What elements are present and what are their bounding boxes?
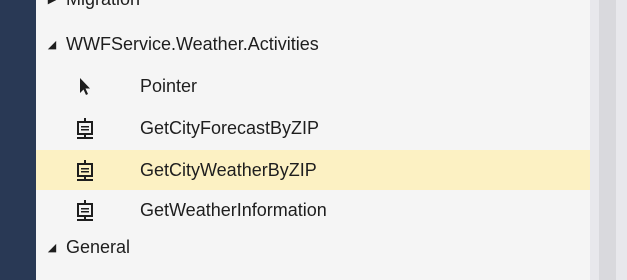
item-label: GetCityWeatherByZIP <box>140 159 317 180</box>
item-label: Pointer <box>140 75 198 96</box>
expanded-triangle-icon[interactable]: ◢ <box>44 38 60 51</box>
expanded-triangle-icon[interactable]: ◢ <box>44 241 60 254</box>
toolbox-panel: ▶ Migration ◢ WWFService.Weather.Activit… <box>36 0 590 280</box>
pointer-arrow-icon <box>74 75 96 97</box>
group-label: WWFService.Weather.Activities <box>66 33 319 54</box>
vertical-scrollbar[interactable] <box>590 0 627 280</box>
toolbox-group-weather-activities[interactable]: ◢ WWFService.Weather.Activities <box>36 24 590 64</box>
group-label: General <box>66 236 131 257</box>
left-dock-bar <box>0 0 36 280</box>
toolbox-item-pointer[interactable]: Pointer <box>36 66 590 106</box>
activity-icon <box>74 117 96 139</box>
toolbox-item-getweatherinformation[interactable]: GetWeatherInformation <box>36 190 590 230</box>
item-label: GetWeatherInformation <box>140 199 327 220</box>
toolbox-item-getcityforecastbyzip[interactable]: GetCityForecastByZIP <box>36 108 590 148</box>
collapsed-triangle-icon[interactable]: ▶ <box>44 0 60 6</box>
scrollbar-track[interactable] <box>599 0 616 280</box>
activity-icon <box>74 199 96 221</box>
group-label: Migration <box>66 0 140 10</box>
item-label: GetCityForecastByZIP <box>140 117 320 138</box>
toolbox-group-migration[interactable]: ▶ Migration <box>36 0 590 19</box>
toolbox-item-getcityweatherbyzip[interactable]: GetCityWeatherByZIP <box>36 150 590 190</box>
activity-icon <box>74 159 96 181</box>
toolbox-group-general[interactable]: ◢ General <box>36 227 590 267</box>
